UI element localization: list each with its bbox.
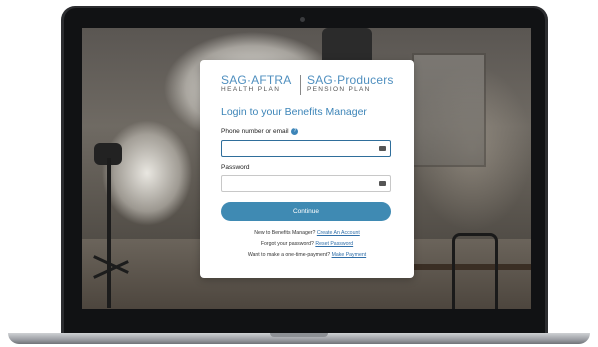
create-account-link[interactable]: Create An Account <box>317 230 360 236</box>
forgot-password-text: Forgot your password? <box>260 241 314 247</box>
email-input[interactable] <box>222 145 380 161</box>
logo-left-bottom: HEALTH PLAN <box>221 86 281 93</box>
make-payment-link[interactable]: Make Payment <box>332 252 367 258</box>
login-card: SAG·AFTRA HEALTH PLAN SAG·Producers PENS… <box>200 60 414 278</box>
plan-logo: SAG·AFTRA HEALTH PLAN SAG·Producers PENS… <box>221 73 397 97</box>
reset-password-link[interactable]: Reset Password <box>315 241 353 247</box>
password-field[interactable] <box>221 175 391 196</box>
background-window <box>412 53 486 167</box>
background-stand <box>107 158 111 308</box>
new-user-text: New to Benefits Manager? <box>254 230 316 236</box>
logo-left-top: SAG·AFTRA <box>221 73 292 87</box>
background-chair <box>452 233 498 309</box>
logo-divider <box>300 75 301 95</box>
create-account-row: New to Benefits Manager? Create An Accou… <box>200 230 414 236</box>
logo-right-bottom: PENSION PLAN <box>307 86 371 93</box>
continue-button[interactable]: Continue <box>221 202 391 221</box>
email-field[interactable] <box>221 140 391 161</box>
make-payment-row: Want to make a one-time-payment? Make Pa… <box>200 252 414 258</box>
keyboard-icon <box>379 181 386 186</box>
keyboard-icon <box>379 146 386 151</box>
email-label-row: Phone number or email ? <box>221 128 299 136</box>
help-icon[interactable]: ? <box>291 128 299 135</box>
reset-password-row: Forgot your password? Reset Password <box>200 241 414 247</box>
payment-text: Want to make a one-time-payment? <box>247 252 331 258</box>
password-label: Password <box>221 164 250 171</box>
password-input[interactable] <box>222 180 380 196</box>
laptop-notch <box>270 333 328 337</box>
logo-right-top: SAG·Producers <box>307 73 394 87</box>
login-title: Login to your Benefits Manager <box>221 106 367 118</box>
webcam <box>300 17 305 22</box>
email-label: Phone number or email <box>221 128 289 136</box>
